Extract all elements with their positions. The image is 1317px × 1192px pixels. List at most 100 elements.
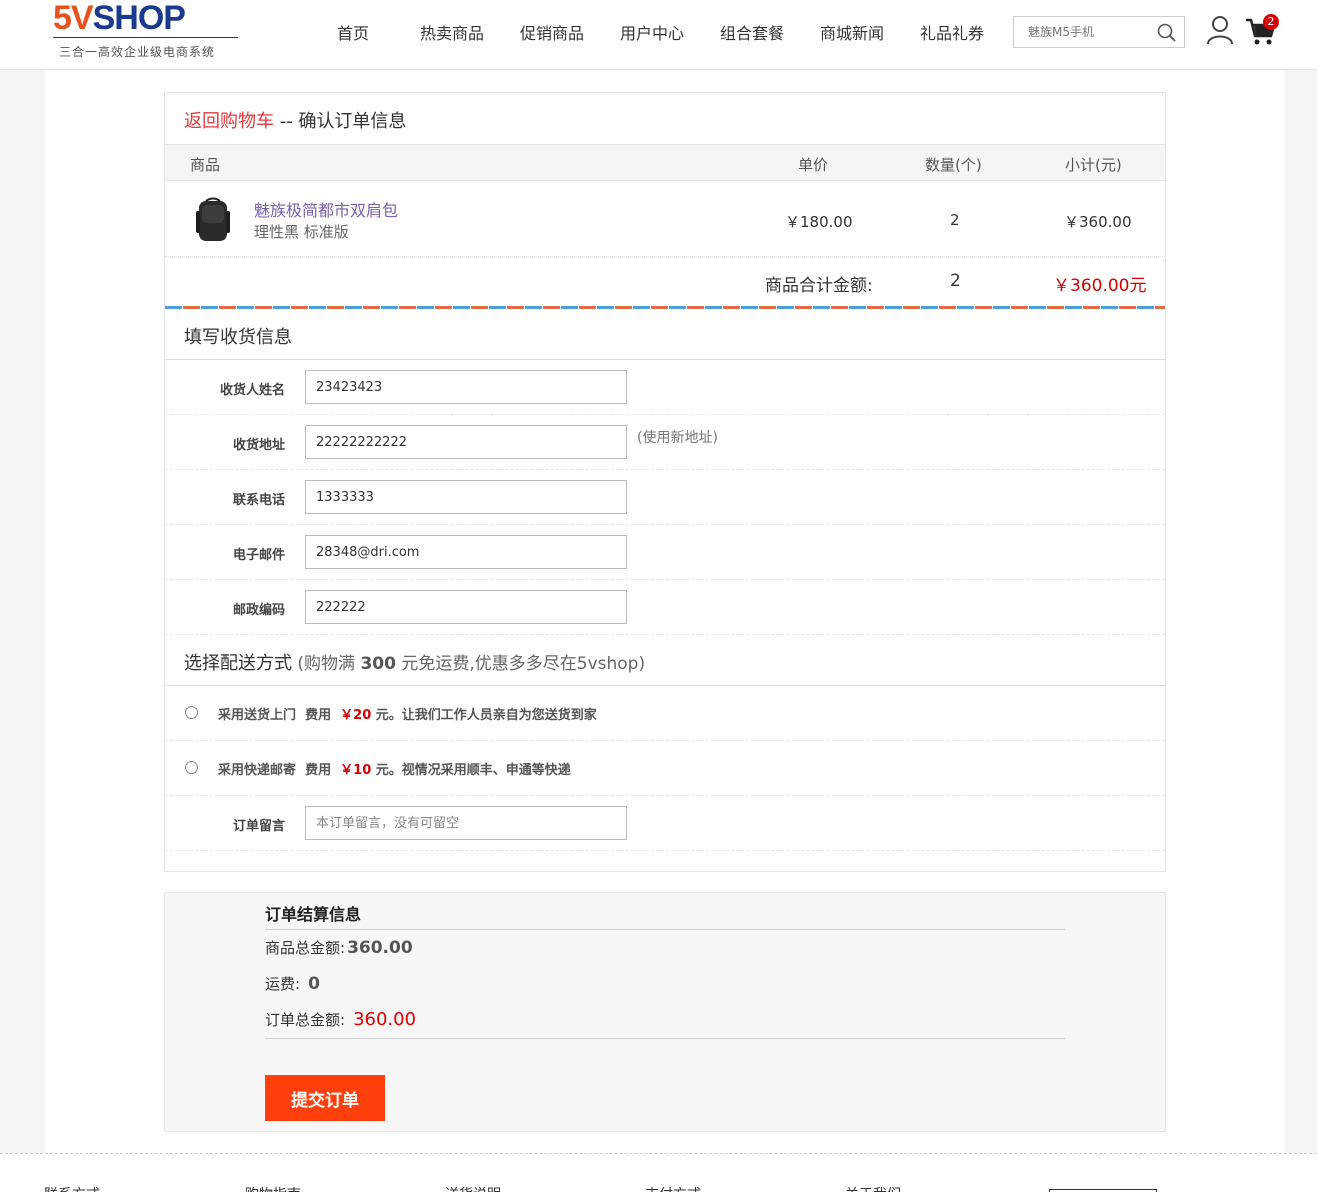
fee-amount: ￥10 bbox=[340, 763, 372, 778]
form-row-phone: 联系电话 bbox=[165, 470, 1165, 525]
shipping-info-title: 填写收货信息 bbox=[184, 327, 292, 348]
hint-amount: 300 bbox=[360, 654, 396, 674]
form-row-name: 收货人姓名 bbox=[165, 360, 1165, 415]
nav-bundles[interactable]: 组合套餐 bbox=[720, 20, 784, 44]
form-row-address: 收货地址 (使用新地址) bbox=[165, 415, 1165, 470]
use-new-address-link[interactable]: (使用新地址) bbox=[637, 427, 718, 447]
freight-row: 运费: 0 bbox=[265, 973, 320, 994]
fee-unit: 元。 bbox=[375, 708, 402, 723]
title-separator: -- bbox=[274, 111, 299, 132]
logo-divider bbox=[53, 37, 238, 38]
order-summary-panel: 订单结算信息 商品总金额: 360.00 运费: 0 订单总金额: 360.00 提交… bbox=[164, 892, 1166, 1132]
footer-guide[interactable]: 购物指南 bbox=[245, 1184, 301, 1192]
search-box bbox=[1013, 16, 1185, 48]
email-input[interactable] bbox=[305, 535, 627, 569]
fee-amount: ￥20 bbox=[340, 708, 372, 723]
option-desc: 让我们工作人员亲自为您送货到家 bbox=[401, 708, 597, 723]
footer-delivery[interactable]: 送货说明 bbox=[445, 1184, 501, 1192]
divider-stripe bbox=[165, 306, 1165, 309]
hint-post: 元免运费,优惠多多尽在5vshop) bbox=[395, 654, 646, 674]
product-name-link[interactable]: 魅族极简都市双肩包 bbox=[254, 197, 398, 221]
nav-home[interactable]: 首页 bbox=[337, 20, 369, 44]
summary-divider bbox=[265, 929, 1065, 930]
delivery-option-express[interactable]: 采用快递邮寄 费用 ￥10 元。视情况采用顺丰、申通等快递 bbox=[165, 741, 1165, 796]
nav-promo[interactable]: 促销商品 bbox=[520, 20, 584, 44]
search-icon[interactable] bbox=[1156, 22, 1178, 44]
delivery-option-text: 采用送货上门 费用 ￥20 元。让我们工作人员亲自为您送货到家 bbox=[218, 704, 597, 723]
logo-shop: SHOP bbox=[92, 0, 186, 37]
table-row: 魅族极简都市双肩包 理性黑 标准版 ￥180.00 2 ￥360.00 bbox=[165, 181, 1165, 257]
delivery-title: 选择配送方式 (购物满 300 元免运费,优惠多多尽在5vshop) bbox=[184, 649, 645, 675]
goods-total-value: 360.00 bbox=[347, 938, 413, 958]
site-footer: 联系方式 购物指南 送货说明 支付方式 关于我们 bbox=[0, 1153, 1317, 1192]
site-logo[interactable]: 5VSHOP 三合一高效企业级电商系统 bbox=[53, 0, 243, 62]
nav-user-center[interactable]: 用户中心 bbox=[620, 20, 684, 44]
form-row-note: 订单留言 bbox=[165, 796, 1165, 851]
footer-contact[interactable]: 联系方式 bbox=[44, 1184, 100, 1192]
footer-payment[interactable]: 支付方式 bbox=[645, 1184, 701, 1192]
col-unit-price: 单价 bbox=[798, 156, 829, 174]
nav-hot[interactable]: 热卖商品 bbox=[420, 20, 484, 44]
logo-tagline: 三合一高效企业级电商系统 bbox=[59, 45, 216, 59]
nav-news[interactable]: 商城新闻 bbox=[820, 20, 884, 44]
order-total-value: 360.00 bbox=[353, 1009, 417, 1030]
radio-home-delivery[interactable] bbox=[185, 706, 198, 719]
total-amount: ￥360.00元 bbox=[1053, 276, 1147, 296]
cart-count-badge: 2 bbox=[1263, 14, 1279, 30]
quantity: 2 bbox=[950, 211, 960, 229]
unit-price: ￥180.00 bbox=[785, 213, 853, 231]
fee-unit: 元。 bbox=[375, 763, 402, 778]
fee-label: 费用 bbox=[305, 708, 332, 723]
receiver-name-input[interactable] bbox=[305, 370, 627, 404]
search-input[interactable] bbox=[1014, 17, 1144, 47]
postcode-input[interactable] bbox=[305, 590, 627, 624]
site-header: 5VSHOP 三合一高效企业级电商系统 首页 热卖商品 促销商品 用户中心 组合… bbox=[0, 0, 1317, 70]
address-input[interactable] bbox=[305, 425, 627, 459]
logo-5v: 5V bbox=[53, 0, 94, 37]
postcode-label: 邮政编码 bbox=[232, 603, 285, 618]
confirm-order-title: 确认订单信息 bbox=[298, 111, 407, 132]
product-spec: 理性黑 标准版 bbox=[254, 223, 349, 241]
option-desc: 视情况采用顺丰、申通等快递 bbox=[401, 763, 571, 778]
logo-text: 5VSHOP bbox=[53, 0, 186, 37]
user-icon[interactable] bbox=[1206, 15, 1234, 45]
col-subtotal: 小计(元) bbox=[1065, 156, 1122, 174]
col-product: 商品 bbox=[190, 156, 221, 174]
form-row-email: 电子邮件 bbox=[165, 525, 1165, 580]
hint-pre: (购物满 bbox=[292, 654, 361, 674]
order-note-label: 订单留言 bbox=[232, 819, 285, 834]
summary-divider bbox=[265, 1038, 1065, 1039]
back-to-cart-link[interactable]: 返回购物车 bbox=[184, 111, 274, 132]
total-label: 商品合计金额: bbox=[765, 276, 873, 296]
address-label: 收货地址 bbox=[232, 438, 285, 453]
receiver-name-label: 收货人姓名 bbox=[219, 383, 285, 398]
freight-label: 运费: bbox=[265, 975, 301, 993]
order-total-row: 商品合计金额: 2 ￥360.00元 bbox=[165, 257, 1165, 307]
freight-value: 0 bbox=[308, 974, 320, 994]
radio-express-mail[interactable] bbox=[185, 761, 198, 774]
nav-gifts[interactable]: 礼品礼券 bbox=[920, 20, 984, 44]
goods-total-row: 商品总金额: 360.00 bbox=[265, 937, 413, 958]
phone-input[interactable] bbox=[305, 480, 627, 514]
footer-about[interactable]: 关于我们 bbox=[845, 1184, 901, 1192]
option-name: 采用送货上门 bbox=[218, 708, 297, 723]
summary-title: 订单结算信息 bbox=[265, 905, 362, 924]
email-label: 电子邮件 bbox=[232, 548, 285, 563]
order-total-row: 订单总金额: 360.00 bbox=[265, 1009, 416, 1030]
submit-order-button[interactable]: 提交订单 bbox=[265, 1075, 385, 1121]
page-title: 返回购物车 -- 确认订单信息 bbox=[184, 107, 406, 133]
order-total-label: 订单总金额: bbox=[265, 1011, 346, 1029]
fee-label: 费用 bbox=[305, 763, 332, 778]
total-quantity: 2 bbox=[950, 271, 961, 291]
delivery-title-text: 选择配送方式 bbox=[184, 653, 292, 674]
product-image[interactable] bbox=[191, 197, 235, 245]
delivery-option-home[interactable]: 采用送货上门 费用 ￥20 元。让我们工作人员亲自为您送货到家 bbox=[165, 686, 1165, 741]
subtotal: ￥360.00 bbox=[1064, 213, 1132, 231]
option-name: 采用快递邮寄 bbox=[218, 763, 297, 778]
order-panel: 返回购物车 -- 确认订单信息 商品 单价 数量(个) 小计(元) 魅族极简都市… bbox=[164, 92, 1166, 872]
delivery-option-text: 采用快递邮寄 费用 ￥10 元。视情况采用顺丰、申通等快递 bbox=[218, 759, 571, 778]
goods-total-label: 商品总金额: bbox=[265, 939, 346, 957]
order-note-input[interactable] bbox=[305, 806, 627, 840]
delivery-hint: (购物满 300 元免运费,优惠多多尽在5vshop) bbox=[292, 654, 645, 674]
table-header: 商品 单价 数量(个) 小计(元) bbox=[165, 144, 1165, 181]
